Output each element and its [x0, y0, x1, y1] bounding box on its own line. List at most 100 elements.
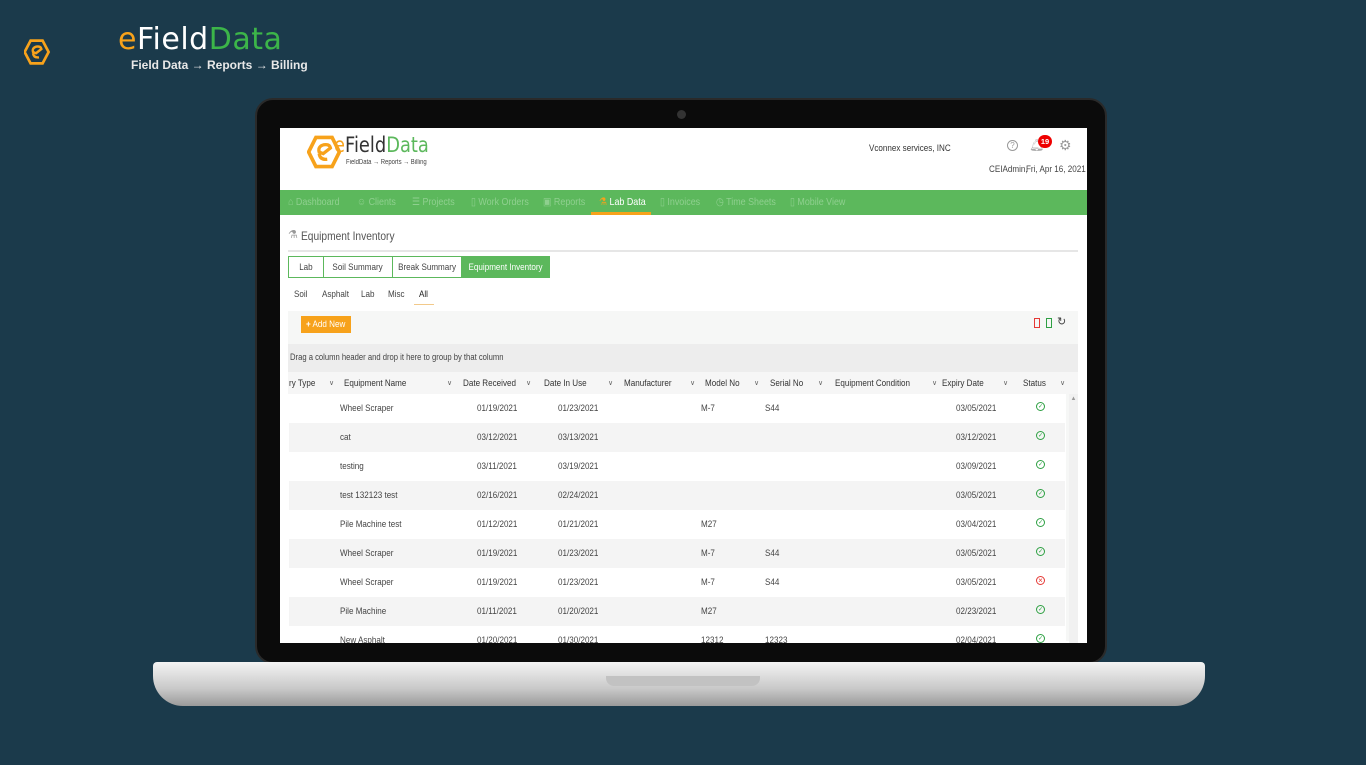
flask-icon: ⚗	[288, 229, 298, 241]
subtab-asphalt[interactable]: Asphalt	[322, 289, 349, 300]
camera-icon	[677, 110, 686, 119]
pdf-export-icon[interactable]	[1034, 318, 1040, 328]
nav-projects[interactable]: ☰ Projects	[412, 196, 455, 208]
cell-name: Wheel Scraper	[340, 548, 394, 559]
table-row[interactable]	[289, 481, 1065, 510]
grid-scrollbar[interactable]: ▲	[1069, 394, 1078, 643]
cell-in-use: 02/24/2021	[558, 490, 599, 501]
table-row[interactable]	[289, 597, 1065, 626]
chevron-down-icon[interactable]: ∨	[329, 379, 334, 387]
column-header[interactable]: ry Type	[289, 378, 315, 389]
cell-in-use: 01/21/2021	[558, 519, 599, 530]
subtab-lab[interactable]: Lab	[361, 289, 374, 300]
cell-received: 01/19/2021	[477, 403, 518, 414]
table-row[interactable]	[289, 626, 1065, 643]
laptop-notch	[606, 676, 760, 686]
cell-in-use: 01/23/2021	[558, 548, 599, 559]
cell-received: 01/12/2021	[477, 519, 518, 530]
subtab-active-indicator	[414, 304, 434, 305]
cell-expiry: 02/23/2021	[956, 606, 997, 617]
cell-received: 02/16/2021	[477, 490, 518, 501]
chevron-down-icon[interactable]: ∨	[690, 379, 695, 387]
table-row[interactable]	[289, 423, 1065, 452]
cell-model: M-7	[701, 577, 715, 588]
chevron-down-icon[interactable]: ∨	[608, 379, 613, 387]
cell-expiry: 03/05/2021	[956, 548, 997, 559]
chevron-down-icon[interactable]: ∨	[932, 379, 937, 387]
cell-expiry: 03/09/2021	[956, 461, 997, 472]
cell-in-use: 03/19/2021	[558, 461, 599, 472]
subtab-misc[interactable]: Misc	[388, 289, 405, 300]
nav-time-sheets[interactable]: ◷ Time Sheets	[716, 196, 776, 208]
table-row[interactable]	[289, 539, 1065, 568]
column-header[interactable]: Date In Use	[544, 378, 587, 389]
flask-icon: ⚗	[599, 196, 608, 208]
column-header[interactable]: Equipment Name	[344, 378, 406, 389]
status-ok-icon: ✓	[1036, 402, 1045, 411]
company-name: Vconnex services, INC	[869, 143, 951, 154]
refresh-icon[interactable]: ↻	[1057, 315, 1066, 328]
chevron-down-icon[interactable]: ∨	[754, 379, 759, 387]
nav-invoices[interactable]: ▯ Invoices	[660, 196, 700, 208]
nav-mobile-view[interactable]: ▯ Mobile View	[790, 196, 845, 208]
cell-expiry: 03/05/2021	[956, 577, 997, 588]
column-header[interactable]: Manufacturer	[624, 378, 672, 389]
tab-break-summary[interactable]: Break Summary	[392, 256, 462, 278]
status-ok-icon: ✓	[1036, 431, 1045, 440]
column-header[interactable]: Serial No	[770, 378, 803, 389]
cell-expiry: 03/12/2021	[956, 432, 997, 443]
notification-badge: 19	[1038, 135, 1052, 148]
status-ok-icon: ✓	[1036, 634, 1045, 643]
tab-equipment-inventory[interactable]: Equipment Inventory	[461, 256, 550, 278]
cell-serial: S44	[765, 577, 780, 588]
tab-lab[interactable]: Lab	[288, 256, 324, 278]
app-tagline: FieldData → Reports → Billing	[346, 159, 427, 166]
cell-in-use: 01/23/2021	[558, 403, 599, 414]
brand-logo-hexagon-icon	[24, 39, 51, 65]
help-icon[interactable]: ?	[1007, 140, 1018, 151]
chevron-down-icon[interactable]: ∨	[818, 379, 823, 387]
status-error-icon: ×	[1036, 576, 1045, 585]
cell-name: Wheel Scraper	[340, 577, 394, 588]
chevron-down-icon[interactable]: ∨	[1060, 379, 1065, 387]
table-row[interactable]	[289, 568, 1065, 597]
cell-model: 12312	[701, 635, 724, 643]
nav-lab-data[interactable]: ⚗ Lab Data	[599, 196, 646, 208]
column-header[interactable]: Status	[1023, 378, 1046, 389]
subtab-soil[interactable]: Soil	[294, 289, 307, 300]
chevron-down-icon[interactable]: ∨	[1003, 379, 1008, 387]
column-header[interactable]: Equipment Condition	[835, 378, 910, 389]
cell-in-use: 03/13/2021	[558, 432, 599, 443]
app-wordmark: eFieldData	[334, 133, 429, 157]
app-screen: eFieldData FieldData → Reports → Billing…	[280, 128, 1087, 643]
excel-export-icon[interactable]	[1046, 318, 1052, 328]
column-header[interactable]: Date Received	[463, 378, 516, 389]
status-ok-icon: ✓	[1036, 605, 1045, 614]
chevron-down-icon[interactable]: ∨	[526, 379, 531, 387]
column-header[interactable]: Model No	[705, 378, 740, 389]
brand-tagline: Field Data → Reports → Billing	[131, 58, 308, 72]
cell-name: Wheel Scraper	[340, 403, 394, 414]
column-header[interactable]: Expiry Date	[942, 378, 984, 389]
add-new-button[interactable]: + Add New	[301, 316, 351, 333]
table-row[interactable]	[289, 510, 1065, 539]
nav-dashboard[interactable]: ⌂ Dashboard	[288, 196, 340, 208]
cell-in-use: 01/20/2021	[558, 606, 599, 617]
cell-name: New Asphalt	[340, 635, 385, 643]
status-ok-icon: ✓	[1036, 547, 1045, 556]
cell-expiry: 02/04/2021	[956, 635, 997, 643]
cell-in-use: 01/30/2021	[558, 635, 599, 643]
nav-reports[interactable]: ▣ Reports	[543, 196, 585, 208]
nav-clients[interactable]: ☺ Clients	[357, 196, 396, 208]
cell-model: M-7	[701, 548, 715, 559]
gear-icon[interactable]: ⚙	[1059, 137, 1072, 154]
table-row[interactable]	[289, 452, 1065, 481]
subtab-all[interactable]: All	[419, 289, 428, 300]
table-row[interactable]	[289, 394, 1065, 423]
tab-soil-summary[interactable]: Soil Summary	[323, 256, 393, 278]
user-name[interactable]: CEIAdmin,	[989, 164, 1028, 175]
cell-in-use: 01/23/2021	[558, 577, 599, 588]
nav-work-orders[interactable]: ▯ Work Orders	[471, 196, 529, 208]
chevron-down-icon[interactable]: ∨	[447, 379, 452, 387]
cell-expiry: 03/05/2021	[956, 403, 997, 414]
